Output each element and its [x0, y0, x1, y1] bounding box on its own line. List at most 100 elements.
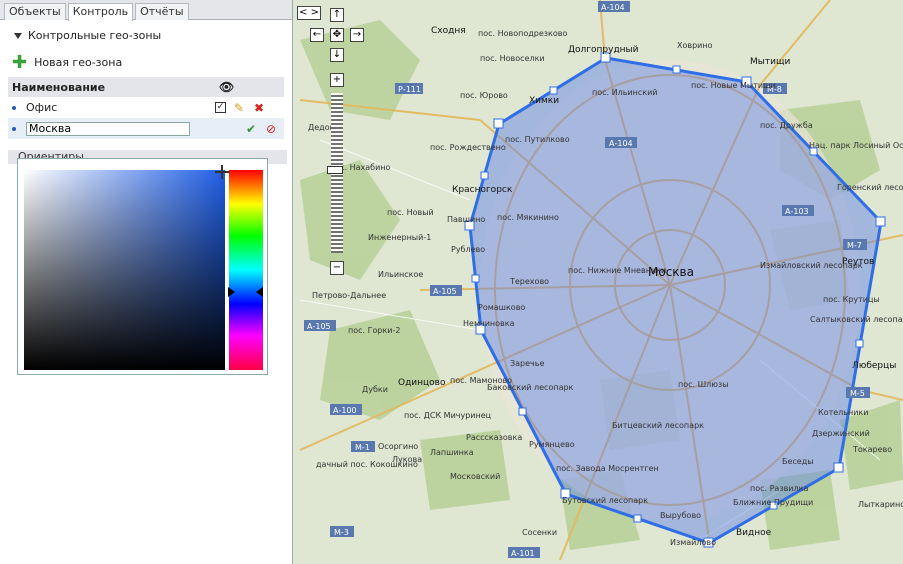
cancel-icon[interactable]: ⊘	[264, 122, 278, 136]
svg-text:А-105: А-105	[433, 287, 457, 296]
svg-text:М-5: М-5	[850, 389, 865, 398]
section-geozones-label: Контрольные гео-зоны	[28, 29, 162, 42]
zoom-slider-handle[interactable]	[327, 166, 343, 174]
map-view[interactable]: Р-111 А-104 А-103 М-8 М-7 М-5 А-105 А-10…	[293, 0, 903, 564]
map-label: Ближние Прудищи	[733, 498, 813, 507]
map-label: Лыткарино	[858, 500, 903, 509]
city-label: Москва	[648, 265, 694, 279]
section-geozones-header[interactable]: Контрольные гео-зоны	[14, 28, 292, 44]
table-header: Наименование 👁	[8, 77, 284, 97]
new-geozone-button[interactable]: ✚ Новая гео-зона	[12, 52, 292, 73]
visible-checkbox[interactable]: ✓	[215, 102, 226, 113]
hue-slider[interactable]	[229, 170, 263, 370]
pan-up-button[interactable]: ↑	[330, 8, 344, 22]
map-label: Лапшинка	[430, 448, 474, 457]
map-label: пос. Новоподрезково	[478, 29, 567, 38]
map-label: Химки	[529, 96, 559, 106]
map-label: Петрово-Дальнее	[312, 291, 386, 300]
map-label: Одинцово	[398, 378, 446, 388]
svg-text:А-104: А-104	[609, 139, 633, 148]
map-label: Сходня	[431, 26, 466, 36]
table-row[interactable]: Офис ✓ ✎ ✖	[8, 97, 284, 118]
map-label: Терехово	[509, 277, 549, 286]
map-label: Румянцево	[529, 440, 575, 449]
map-canvas[interactable]: Р-111 А-104 А-103 М-8 М-7 М-5 А-105 А-10…	[293, 0, 903, 564]
map-label: Ховрино	[677, 41, 713, 50]
map-label: Беседы	[782, 457, 814, 466]
map-toggle-button[interactable]: < >	[297, 6, 321, 20]
map-label: Бутовский лесопарк	[562, 496, 648, 505]
map-label: Нац. парк Лосиный Остров	[809, 141, 903, 150]
map-label: Котельники	[818, 408, 868, 417]
map-label: пос. Новоселки	[480, 54, 545, 63]
pan-down-button[interactable]: ↓	[330, 48, 344, 62]
tab-reports[interactable]: Отчёты	[135, 3, 189, 20]
svg-text:А-100: А-100	[333, 406, 357, 415]
column-name-header: Наименование	[12, 80, 106, 94]
svg-text:А-101: А-101	[511, 549, 535, 558]
row-name: Офис	[26, 101, 58, 114]
map-label: Дубки	[362, 385, 388, 394]
table-row-editing[interactable]: ✔ ⊘	[8, 118, 284, 139]
map-label: пос. Ильинский	[592, 88, 657, 97]
pan-center-button[interactable]: ✥	[330, 28, 344, 42]
color-crosshair-icon[interactable]	[215, 165, 229, 179]
saturation-value-area[interactable]	[24, 170, 225, 370]
map-label: Лукова	[392, 455, 422, 464]
map-label: Вырубово	[660, 511, 701, 520]
map-label: Битцевский лесопарк	[612, 421, 704, 430]
map-label: Рублево	[451, 245, 485, 254]
tab-control[interactable]: Контроль	[67, 3, 134, 21]
map-label: Ильинское	[378, 270, 423, 279]
map-label: пос. ДСК Мичуринец	[404, 411, 492, 420]
map-label: Осоргино	[378, 442, 418, 451]
pan-left-button[interactable]: ←	[310, 28, 324, 42]
svg-text:Р-111: Р-111	[398, 85, 421, 94]
map-label: пос. Рождествено	[430, 143, 506, 152]
svg-text:М-3: М-3	[334, 528, 349, 537]
svg-text:А-104: А-104	[601, 3, 625, 12]
left-panel: Объекты Контроль Отчёты Контрольные гео-…	[0, 0, 293, 564]
zoom-in-button[interactable]: +	[330, 73, 344, 87]
map-label: Ромашково	[478, 303, 525, 312]
map-label: Токарево	[852, 445, 892, 454]
zone-name-input[interactable]	[26, 121, 190, 136]
edit-pencil-icon[interactable]: ✎	[232, 101, 246, 115]
map-label: пос. Новый	[387, 208, 434, 217]
confirm-check-icon[interactable]: ✔	[244, 122, 258, 136]
bullet-icon	[12, 105, 16, 110]
collapse-triangle-icon	[14, 33, 22, 39]
hue-marker-right-icon[interactable]	[256, 287, 263, 297]
color-picker	[17, 158, 268, 375]
map-label: Салтыковский лесопарк	[810, 315, 903, 324]
map-label: Люберцы	[852, 361, 896, 371]
tab-objects[interactable]: Объекты	[4, 3, 66, 20]
map-label: пос. Развилка	[750, 484, 808, 493]
map-label: пос. Завода Мосрентген	[556, 464, 659, 473]
pan-right-button[interactable]: →	[350, 28, 364, 42]
map-label: пос. Дружба	[760, 121, 813, 130]
map-label: Красногорск	[452, 185, 513, 195]
map-label: Инженерный-1	[368, 233, 431, 242]
map-label: пос. Мякинино	[497, 213, 559, 222]
map-label: Павшино	[447, 215, 485, 224]
map-label: Расссказовка	[466, 433, 522, 442]
hue-marker-left-icon[interactable]	[228, 287, 235, 297]
map-label: пос. Новые Мытищи	[691, 81, 776, 90]
plus-icon: ✚	[12, 52, 28, 73]
svg-text:А-105: А-105	[307, 322, 331, 331]
map-label: пос. Крутицы	[823, 295, 880, 304]
delete-icon[interactable]: ✖	[252, 101, 266, 115]
svg-text:М-7: М-7	[847, 241, 862, 250]
map-label: Измайловский лесопарк	[760, 261, 863, 270]
zoom-out-button[interactable]: −	[330, 261, 344, 275]
map-label: пос. Путилково	[505, 135, 570, 144]
map-label: Долгопрудный	[568, 45, 639, 55]
map-label: Видное	[736, 528, 772, 538]
map-label: Заречье	[510, 359, 544, 368]
tab-bar: Объекты Контроль Отчёты	[0, 0, 292, 21]
map-label: пос. Юрово	[460, 91, 508, 100]
map-label: Немчиновка	[463, 319, 515, 328]
svg-text:А-103: А-103	[785, 207, 809, 216]
map-label: Сосенки	[522, 528, 557, 537]
